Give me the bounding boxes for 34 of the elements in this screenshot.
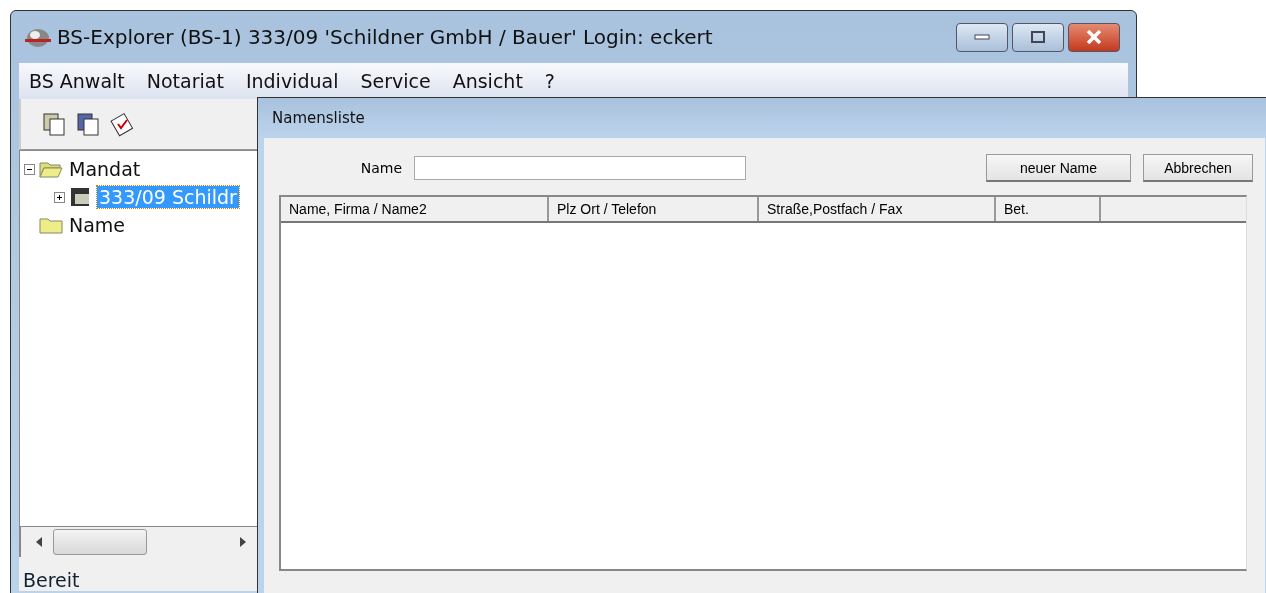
dialog-button[interactable]: neuer Name — [986, 154, 1131, 182]
dialog-title: Namensliste — [271, 108, 366, 129]
dialog-button[interactable]: Abbrechen — [1143, 154, 1253, 182]
name-field[interactable] — [414, 156, 746, 180]
close-button[interactable] — [1068, 22, 1120, 52]
menu-item[interactable]: Service — [360, 70, 431, 92]
right-arrow-icon — [239, 537, 247, 547]
menu-item[interactable]: Ansicht — [452, 70, 523, 92]
status-text: Bereit — [22, 568, 81, 591]
minimize-button[interactable] — [956, 22, 1008, 52]
globe-icon — [23, 26, 53, 48]
field-label: Name — [359, 160, 402, 176]
window-title: BS-Explorer (BS-1) 333/09 'Schildner GmbH / Bauer' Login: eckert — [57, 25, 713, 49]
menu-item[interactable]: ? — [544, 70, 555, 92]
column-header[interactable]: Bet. — [996, 197, 1101, 221]
scrollbar-thumb[interactable] — [53, 529, 147, 555]
close-icon — [1086, 30, 1102, 44]
collapse-icon[interactable] — [24, 163, 35, 175]
tree-item[interactable]: Mandat — [67, 158, 143, 180]
menu-item[interactable]: Individual — [245, 70, 339, 92]
copy-icon — [75, 111, 101, 137]
folder-icon — [39, 216, 63, 234]
expand-icon[interactable] — [54, 191, 65, 203]
column-header[interactable]: Name, Firma / Name2 — [281, 197, 549, 221]
maximize-button[interactable] — [1012, 22, 1064, 52]
tree-item[interactable]: Name — [67, 214, 128, 236]
column-header[interactable]: Straße,Postfach / Fax — [759, 197, 996, 221]
copy-icon — [41, 111, 67, 137]
minimize-icon — [974, 34, 990, 40]
column-header[interactable]: Plz Ort / Telefon — [549, 197, 759, 221]
left-arrow-icon — [35, 537, 43, 547]
menu-item[interactable]: BS Anwalt — [29, 70, 125, 92]
menu-item[interactable]: Notariat — [146, 70, 224, 92]
maximize-icon — [1031, 31, 1045, 43]
